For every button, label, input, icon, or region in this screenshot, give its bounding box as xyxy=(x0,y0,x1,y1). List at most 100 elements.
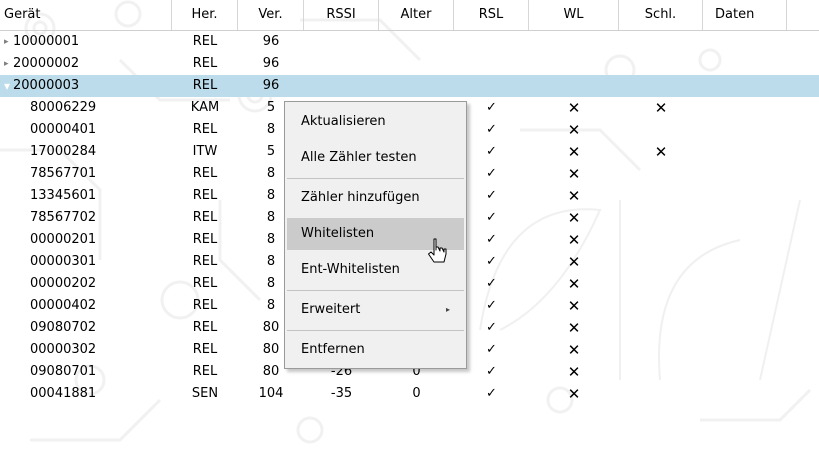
cell-rsl: ✓ xyxy=(486,386,497,401)
cell-rsl xyxy=(454,75,529,97)
cell-version: 96 xyxy=(262,34,280,49)
cell-device-id: 80006229 xyxy=(30,100,97,115)
cell-device-id: 00000202 xyxy=(30,276,97,291)
cell-schluessel xyxy=(619,339,703,361)
cell-rssi xyxy=(304,31,379,53)
cell-hersteller: REL xyxy=(192,276,218,291)
cell-hersteller: REL xyxy=(192,342,218,357)
menu-item-alle-zaehler-testen[interactable]: Alle Zähler testen xyxy=(287,142,464,174)
cell-version: 96 xyxy=(262,56,280,71)
cell-device-id: 00000401 xyxy=(30,122,97,137)
cell-rsl xyxy=(454,31,529,53)
menu-separator xyxy=(287,178,464,179)
cell-device-id: 00000402 xyxy=(30,298,97,313)
column-header-rsl[interactable]: RSL xyxy=(454,0,529,30)
table-row[interactable]: ▸ 20000002 REL 96 xyxy=(0,53,819,75)
expand-triangle-down-icon[interactable]: ▾ xyxy=(4,75,10,97)
column-header-rssi[interactable]: RSSI xyxy=(304,0,379,30)
cell-wl: ✕ xyxy=(567,319,581,337)
cell-device-id: 09080701 xyxy=(30,364,97,379)
cell-wl: ✕ xyxy=(567,209,581,227)
cell-device-id: 20000002 xyxy=(13,56,80,71)
cell-hersteller: REL xyxy=(192,298,218,313)
submenu-arrow-icon: ▸ xyxy=(445,305,450,314)
cell-hersteller: REL xyxy=(192,320,218,335)
menu-item-zaehler-hinzufuegen[interactable]: Zähler hinzufügen xyxy=(287,182,464,214)
cell-device-id: 78567701 xyxy=(30,166,97,181)
cell-version: 104 xyxy=(258,386,284,401)
cell-wl: ✕ xyxy=(567,253,581,271)
cell-alter xyxy=(379,53,454,75)
cell-device-id: 10000001 xyxy=(13,34,80,49)
cell-device-id: 78567702 xyxy=(30,210,97,225)
cell-device-id: 00000302 xyxy=(30,342,97,357)
cell-schluessel xyxy=(619,251,703,273)
menu-item-erweitert-label: Erweitert xyxy=(301,302,361,317)
cell-device-id: 13345601 xyxy=(30,188,97,203)
expand-triangle-right-icon[interactable]: ▸ xyxy=(4,31,9,53)
cell-device-id: 00000201 xyxy=(30,232,97,247)
cell-schluessel: ✕ xyxy=(654,143,668,161)
cell-hersteller: REL xyxy=(192,34,218,49)
cell-schluessel xyxy=(619,361,703,383)
cell-hersteller: REL xyxy=(192,364,218,379)
mouse-pointer-icon xyxy=(428,238,447,263)
cell-device-id: 00000301 xyxy=(30,254,97,269)
menu-item-aktualisieren[interactable]: Aktualisieren xyxy=(287,106,464,138)
cell-schluessel xyxy=(619,31,703,53)
cell-device-id: 09080702 xyxy=(30,320,97,335)
cell-schluessel xyxy=(619,163,703,185)
cell-schluessel xyxy=(619,317,703,339)
table-row[interactable]: ▸ 10000001 REL 96 xyxy=(0,31,819,53)
cell-device-id: 17000284 xyxy=(30,144,97,159)
cell-wl: ✕ xyxy=(567,231,581,249)
cell-wl xyxy=(529,31,619,53)
menu-item-erweitert[interactable]: Erweitert ▸ xyxy=(287,294,464,326)
cell-hersteller: REL xyxy=(192,232,218,247)
cell-schluessel xyxy=(619,53,703,75)
cell-hersteller: REL xyxy=(192,78,218,93)
cell-wl: ✕ xyxy=(567,187,581,205)
column-header-wl[interactable]: WL xyxy=(529,0,619,30)
cell-hersteller: REL xyxy=(192,188,218,203)
cell-schluessel xyxy=(619,207,703,229)
cell-schluessel xyxy=(619,383,703,405)
cell-hersteller: KAM xyxy=(190,100,220,115)
menu-item-entfernen[interactable]: Entfernen xyxy=(287,334,464,366)
column-header-daten[interactable]: Daten xyxy=(703,0,787,30)
table-header: Gerät Her. Ver. RSSI Alter RSL WL Schl. … xyxy=(0,0,819,31)
cell-version: 96 xyxy=(262,78,280,93)
cell-wl: ✕ xyxy=(567,121,581,139)
menu-separator xyxy=(287,290,464,291)
cell-wl: ✕ xyxy=(567,385,581,403)
cell-wl: ✕ xyxy=(567,165,581,183)
context-menu: Aktualisieren Alle Zähler testen Zähler … xyxy=(284,101,467,369)
cell-wl: ✕ xyxy=(567,275,581,293)
cell-wl: ✕ xyxy=(567,99,581,117)
expand-triangle-right-icon[interactable]: ▸ xyxy=(4,53,9,75)
cell-rsl xyxy=(454,53,529,75)
table-row[interactable]: ▾ 20000003 REL 96 xyxy=(0,75,819,97)
cell-alter xyxy=(379,31,454,53)
cell-hersteller: ITW xyxy=(192,144,218,159)
column-header-geraet[interactable]: Gerät xyxy=(0,0,172,30)
table-row[interactable]: 00041881 SEN 104 -35 0 ✓ ✕ xyxy=(0,383,819,405)
cell-alter: 0 xyxy=(412,386,421,401)
cell-schluessel xyxy=(619,273,703,295)
column-header-alter[interactable]: Alter xyxy=(379,0,454,30)
menu-separator xyxy=(287,330,464,331)
cell-hersteller: REL xyxy=(192,122,218,137)
cell-hersteller: REL xyxy=(192,210,218,225)
cell-hersteller: SEN xyxy=(191,386,219,401)
cell-wl: ✕ xyxy=(567,341,581,359)
cell-rssi xyxy=(304,75,379,97)
cell-wl xyxy=(529,75,619,97)
cell-rssi xyxy=(304,53,379,75)
column-header-version[interactable]: Ver. xyxy=(238,0,304,30)
cell-device-id: 20000003 xyxy=(13,78,80,93)
cell-hersteller: REL xyxy=(192,56,218,71)
cell-wl xyxy=(529,53,619,75)
cell-device-id: 00041881 xyxy=(30,386,97,401)
column-header-schluessel[interactable]: Schl. xyxy=(619,0,703,30)
column-header-hersteller[interactable]: Her. xyxy=(172,0,238,30)
